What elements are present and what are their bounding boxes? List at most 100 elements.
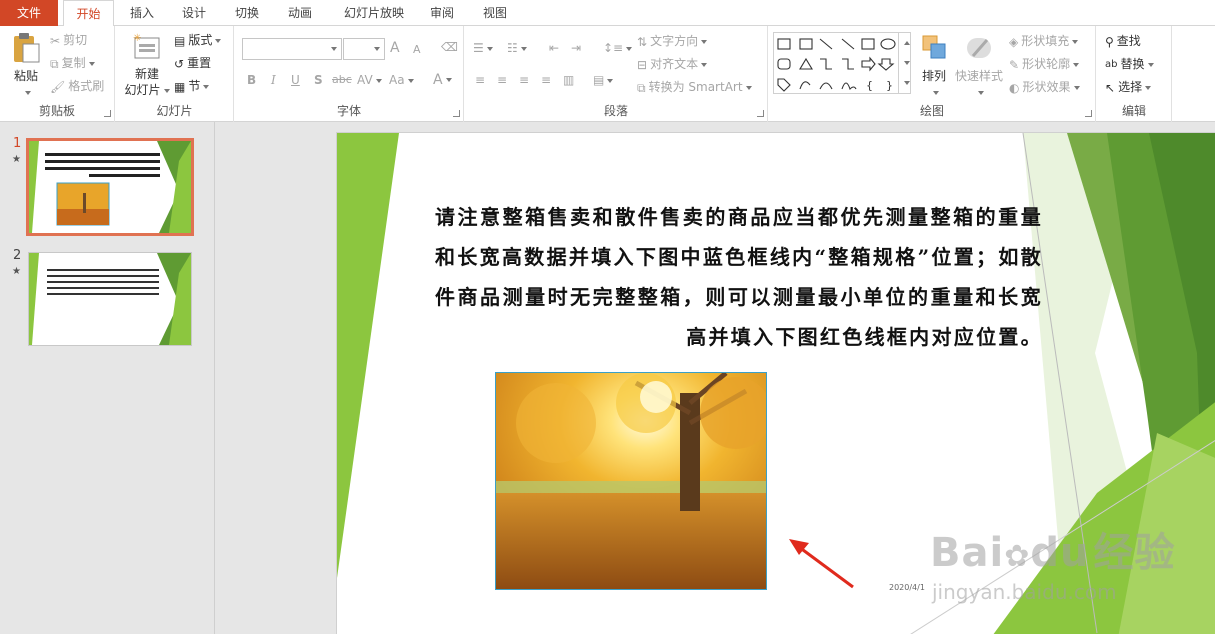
group-editing: ⚲ 查找 ab 替换 ↖ 选择 编辑	[1097, 26, 1172, 122]
columns-button[interactable]: ▤	[593, 72, 614, 88]
replace-button[interactable]: ab 替换	[1105, 56, 1154, 73]
paste-button[interactable]: 粘贴	[8, 32, 44, 100]
tab-transitions[interactable]: 切换	[227, 0, 267, 26]
align-text-label: 对齐文本	[650, 57, 699, 71]
tab-review[interactable]: 审阅	[422, 0, 462, 26]
text-direction-icon: ⇅	[637, 34, 648, 49]
font-color-button[interactable]: A	[433, 72, 452, 88]
smartart-label: 转换为 SmartArt	[648, 80, 743, 94]
bold-button[interactable]: B	[247, 72, 256, 88]
thumb1-preview	[29, 141, 191, 233]
align-right-icon[interactable]: ≡	[519, 72, 529, 88]
slide-editing-area[interactable]: 请注意整箱售卖和散件售卖的商品应当都优先测量整箱的重量和长宽高数据并填入下图中蓝…	[216, 122, 1215, 634]
drawing-launcher[interactable]	[1085, 110, 1092, 117]
shape-outline-button[interactable]: ✎ 形状轮廓	[1009, 56, 1080, 73]
align-center-icon[interactable]: ≡	[497, 72, 507, 88]
format-painter-button[interactable]: 🖌 格式刷	[50, 78, 104, 95]
shrink-font-button[interactable]: A	[413, 42, 421, 58]
slide-thumbnail-1[interactable]	[26, 138, 194, 236]
paragraph-launcher[interactable]	[757, 110, 764, 117]
grow-font-button[interactable]: A	[390, 40, 400, 56]
effects-icon: ◐	[1009, 80, 1020, 95]
increase-indent-icon[interactable]: ⇥	[571, 40, 581, 56]
bullets-button[interactable]: ☰	[473, 40, 493, 56]
section-button[interactable]: ▦ 节	[174, 78, 210, 95]
slide-body-text[interactable]: 请注意整箱售卖和散件售卖的商品应当都优先测量整箱的重量和长宽高数据并填入下图中蓝…	[435, 197, 1043, 357]
clipboard-launcher[interactable]	[104, 110, 111, 117]
shape-effects-label: 形状效果	[1022, 80, 1071, 94]
thumb-number-2: 2	[13, 248, 22, 263]
reset-button[interactable]: ↺ 重置	[174, 55, 211, 72]
find-button[interactable]: ⚲ 查找	[1105, 33, 1141, 50]
quick-styles-button[interactable]: 快速样式	[954, 32, 1004, 100]
paste-icon	[14, 33, 40, 63]
clear-format-icon[interactable]: ⌫	[441, 39, 458, 55]
smartart-button[interactable]: ⧉ 转换为 SmartArt	[637, 79, 752, 96]
shape-effects-button[interactable]: ◐ 形状效果	[1009, 79, 1080, 96]
smartart-icon: ⧉	[637, 80, 646, 95]
font-launcher[interactable]	[453, 110, 460, 117]
scissors-icon: ✂	[50, 33, 61, 48]
numbering-button[interactable]: ☷	[507, 40, 527, 56]
group-label-slides: 幻灯片	[156, 104, 193, 118]
tab-view[interactable]: 视图	[475, 0, 515, 26]
quick-styles-icon	[967, 38, 991, 58]
align-text-icon: ⊟	[637, 57, 648, 72]
new-slide-button[interactable]: ✳ 新建 幻灯片	[122, 32, 172, 98]
group-label-paragraph: 段落	[603, 104, 628, 118]
autumn-tree-photo[interactable]	[495, 372, 767, 590]
watermark-url: jingyan.baidu.com	[932, 580, 1117, 604]
justify-icon[interactable]: ≡	[541, 72, 551, 88]
pen-icon: ✎	[1009, 57, 1020, 72]
shape-fill-label: 形状填充	[1021, 34, 1070, 48]
tab-design[interactable]: 设计	[174, 0, 214, 26]
copy-button[interactable]: ⧉ 复制	[50, 55, 95, 72]
slide-thumbnail-pane[interactable]: 1 ★ 2 ★	[0, 122, 215, 634]
italic-button[interactable]: I	[271, 72, 276, 88]
thumb-number-1: 1	[13, 136, 22, 151]
change-case-button[interactable]: Aa	[389, 72, 414, 88]
slide-thumbnail-2[interactable]	[28, 252, 192, 346]
select-button[interactable]: ↖ 选择	[1105, 79, 1152, 96]
shapes-gallery[interactable]: {}	[773, 32, 911, 94]
reset-icon: ↺	[174, 56, 185, 71]
cut-button[interactable]: ✂ 剪切	[50, 32, 87, 49]
tab-slideshow[interactable]: 幻灯片放映	[334, 0, 414, 26]
tab-animations[interactable]: 动画	[280, 0, 320, 26]
underline-button[interactable]: U	[291, 72, 300, 88]
cut-label: 剪切	[63, 33, 88, 47]
strikethrough-button[interactable]: abc	[332, 72, 352, 88]
arrange-icon	[922, 35, 946, 59]
group-slides: ✳ 新建 幻灯片 ▤ 版式 ↺ 重置 ▦ 节 幻灯片	[116, 26, 234, 122]
align-left-icon[interactable]: ≡	[475, 72, 485, 88]
autumn-tree-image	[496, 373, 766, 589]
decrease-indent-icon[interactable]: ⇤	[549, 40, 559, 56]
group-font: A A ⌫ B I U S abc AV Aa A 字体	[235, 26, 464, 122]
layout-button[interactable]: ▤ 版式	[174, 32, 222, 49]
line-spacing-icon: ↕≡	[603, 41, 624, 55]
char-spacing-button[interactable]: AV	[357, 72, 382, 88]
binoculars-icon: ⚲	[1105, 34, 1114, 49]
tab-insert[interactable]: 插入	[122, 0, 162, 26]
tab-file[interactable]: 文件	[0, 0, 58, 26]
align-text-button[interactable]: ⊟ 对齐文本	[637, 56, 708, 73]
svg-text:}: }	[886, 79, 893, 92]
tab-home[interactable]: 开始	[63, 0, 114, 27]
paw-icon: ✿	[1004, 539, 1031, 574]
powerpoint-window: 文件 开始 插入 设计 切换 动画 幻灯片放映 审阅 视图 粘贴 ✂ 剪切 ⧉ 复制…	[0, 0, 1215, 634]
font-name-combo[interactable]	[242, 38, 342, 60]
line-spacing-button[interactable]: ↕≡	[603, 40, 633, 56]
section-label: 节	[188, 79, 201, 93]
arrange-button[interactable]: 排列	[917, 32, 951, 100]
shadow-button[interactable]: S	[314, 72, 323, 88]
shape-fill-button[interactable]: ◈ 形状填充	[1009, 33, 1079, 50]
gallery-scroll[interactable]	[898, 33, 910, 93]
replace-label: 替换	[1120, 57, 1145, 71]
text-direction-button[interactable]: ⇅ 文字方向	[637, 33, 708, 50]
section-icon: ▦	[174, 79, 186, 94]
font-size-combo[interactable]	[343, 38, 385, 60]
copy-icon: ⧉	[50, 56, 59, 71]
distributed-icon[interactable]: ▥	[563, 72, 574, 88]
animation-star-icon: ★	[12, 154, 21, 165]
svg-text:✳: ✳	[133, 33, 141, 44]
